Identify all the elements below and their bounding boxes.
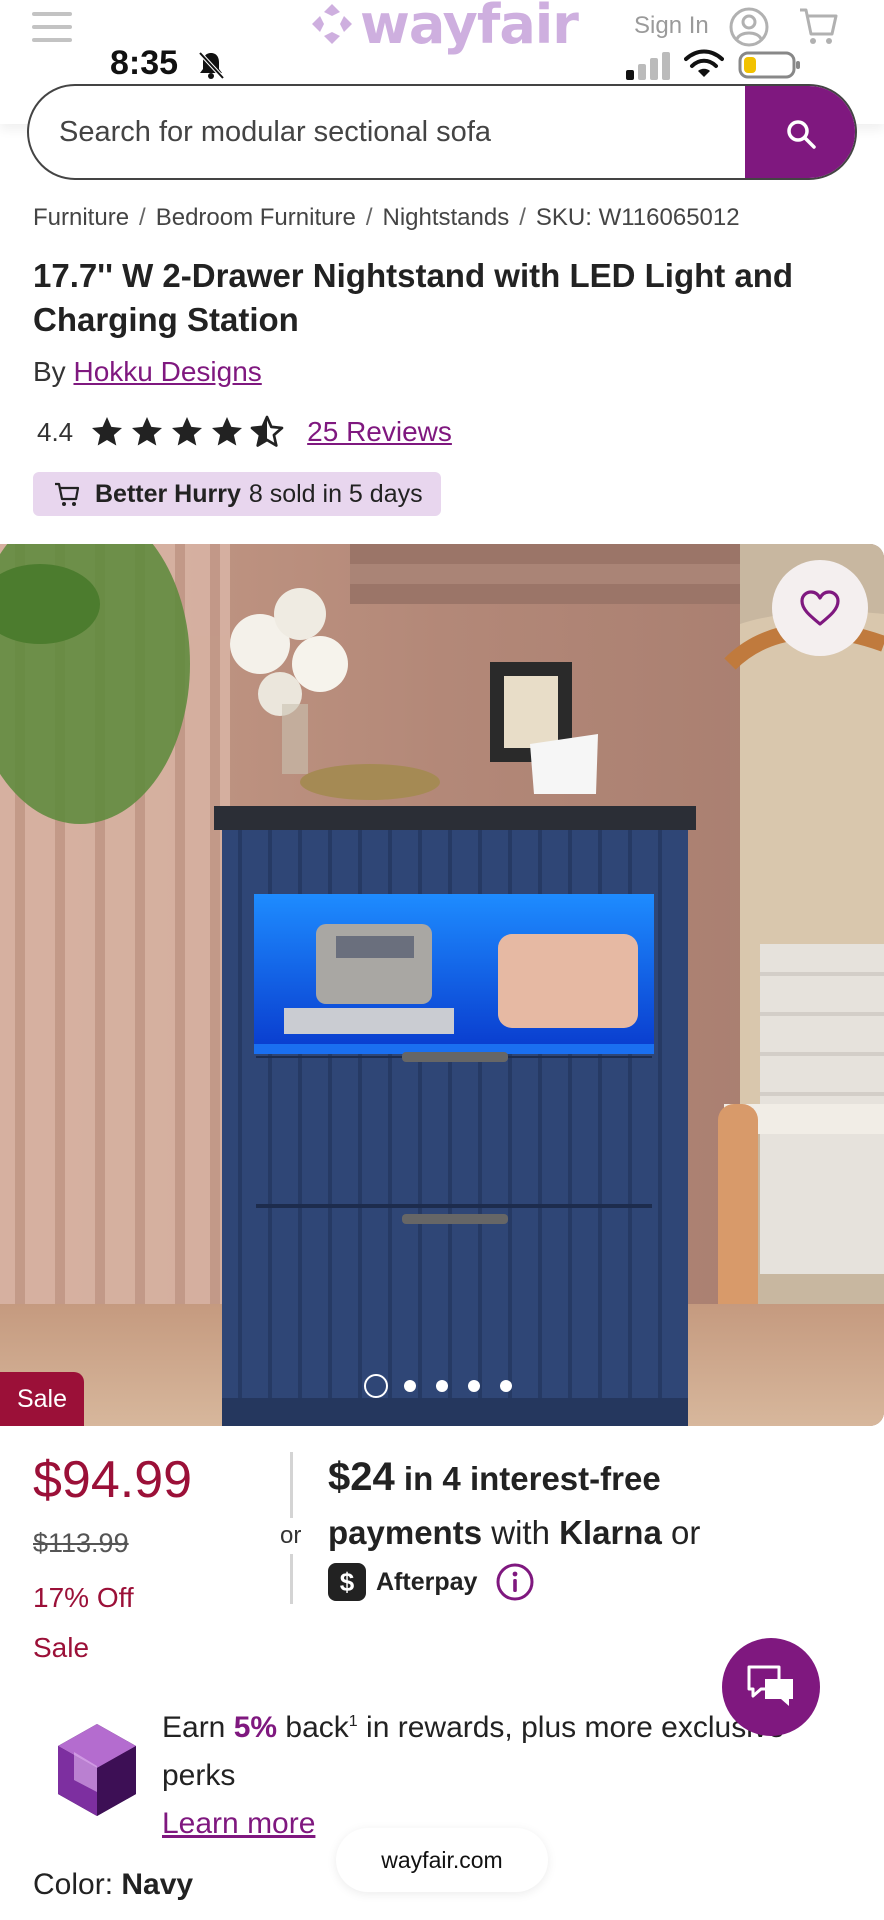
afterpay-logo-icon: $ [328,1563,366,1601]
breadcrumb-separator: / [519,204,526,231]
wifi-icon [684,49,724,77]
logo-text: wayfair [360,0,579,56]
breadcrumb: Furniture / Bedroom Furniture / Nightstands /… [33,204,740,232]
carousel-dot-3[interactable] [436,1380,448,1392]
star-rating[interactable] [89,414,289,450]
discount-percent: 17% Off [33,1582,134,1613]
breadcrumb-separator: / [365,204,373,231]
rewards-back: back [285,1711,349,1744]
badge-bold-text: Better Hurry [95,479,241,508]
klarna-amount: $24 [328,1455,395,1499]
search-icon [787,120,816,149]
carousel-dot-1[interactable] [364,1374,388,1398]
carousel-dots[interactable] [364,1374,532,1398]
brand-link[interactable]: Hokku Designs [73,356,261,387]
sale-tag: Sale [0,1372,84,1426]
klarna-or: or [670,1514,701,1551]
sign-in-link[interactable]: Sign In [634,12,709,40]
product-title: 17.7'' W 2-Drawer Nightstand with LED Li… [33,257,794,338]
product-image[interactable] [0,544,884,1426]
breadcrumb-separator: / [139,204,146,231]
color-value: Navy [121,1868,194,1901]
rating-row: 4.4 25 Reviews [37,412,452,452]
heart-icon [800,590,840,626]
urgency-badge: Better Hurry 8 sold in 5 days [33,472,441,516]
chat-icon [747,1665,793,1706]
color-selection: Color: Navy [33,1868,193,1902]
afterpay-label: Afterpay [376,1567,478,1596]
browser-url-bar[interactable]: wayfair.com [336,1828,548,1892]
signal-icon [626,52,670,80]
battery-icon [738,51,800,79]
search-button[interactable] [745,86,855,178]
user-icon[interactable] [728,6,770,48]
or-label: or [280,1518,302,1554]
breadcrumb-item-furniture[interactable]: Furniture [33,204,129,231]
search-input[interactable]: Search for modular sectional sofa [59,116,491,149]
sale-label: Sale [33,1632,90,1663]
sku-label: SKU: W116065012 [535,204,740,231]
rating-value: 4.4 [37,416,74,447]
bell-slash-icon [198,51,225,80]
carousel-dot-2[interactable] [404,1380,416,1392]
carousel-dot-5[interactable] [500,1380,512,1392]
breadcrumb-item-bedroom-furniture[interactable]: Bedroom Furniture [156,204,356,231]
info-icon[interactable] [495,1562,535,1602]
rewards-earn: Earn [162,1711,226,1744]
cart-icon[interactable] [796,4,840,48]
star-icon [92,417,123,446]
menu-icon[interactable] [32,12,72,42]
chat-button[interactable] [722,1638,820,1736]
learn-more-link[interactable]: Learn more [162,1807,315,1840]
color-label: Color: [33,1868,114,1901]
current-price: $94.99 [33,1451,193,1509]
search-bar[interactable]: Search for modular sectional sofa [27,84,857,180]
favorite-button[interactable] [772,560,868,656]
badge-text: 8 sold in 5 days [248,479,423,508]
half-star-icon [250,415,284,447]
klarna-with: with [491,1514,550,1551]
status-time: 8:35 [110,44,179,82]
klarna-payments: payments [328,1514,483,1551]
afterpay-row: $ Afterpay [328,1562,535,1602]
klarna-terms: in 4 interest-free [403,1460,661,1497]
by-label: By [33,356,66,387]
rewards-percent: 5% [233,1711,278,1744]
star-icon [132,417,163,446]
carousel-dot-4[interactable] [468,1380,480,1392]
brand-line: By Hokku Designs [33,356,262,388]
wayfair-logo[interactable]: wayfair [310,0,579,56]
reviews-link[interactable]: 25 Reviews [307,416,452,448]
klarna-financing: $24 in 4 interest-free payments with Kla… [328,1450,848,1560]
logo-mark-icon [312,4,352,44]
rewards-gem-icon [58,1724,136,1816]
klarna-logo: Klarna [559,1514,662,1551]
original-price: $113.99 [33,1528,129,1558]
star-icon [212,417,243,446]
rewards-footnote: 1 [348,1713,358,1730]
star-icon [172,417,203,446]
breadcrumb-item-nightstands[interactable]: Nightstands [382,204,509,231]
cart-icon [55,482,80,506]
